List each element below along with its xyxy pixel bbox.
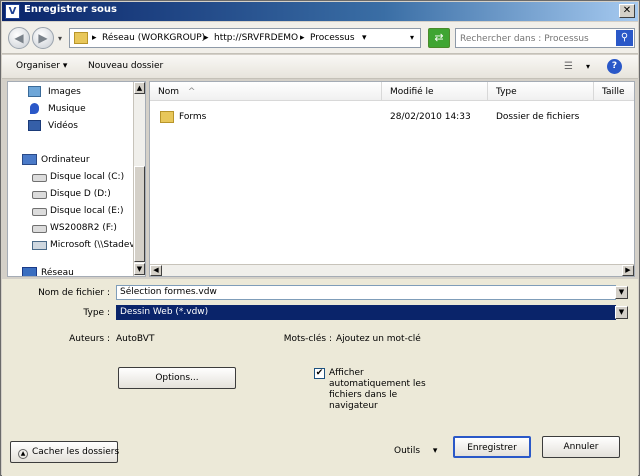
tools-button[interactable]: Outils ▾ [394,446,437,456]
navigation-pane: Images Musique Vidéos Ordinateur Disque … [7,81,146,277]
organize-dropdown-icon: ▾ [62,61,68,71]
drive-icon [32,174,47,182]
nav-item-label: Vidéos [48,121,78,131]
hide-folders-label: Cacher les dossiers [32,447,120,457]
scroll-up-button[interactable]: ▲ [134,82,145,94]
save-as-dialog: V Enregistrer sous ✕ ◀ ▶ ▾ ▸ Réseau (WOR… [0,0,640,476]
auto-display-checkbox[interactable]: ✔ [314,368,325,379]
breadcrumb-separator: ▸ [300,33,305,43]
save-options-panel: Nom de fichier : Sélection formes.vdw ▼ … [2,279,638,476]
column-header-modified[interactable]: Modifié le [382,82,488,101]
folder-icon [74,32,88,44]
nav-item-label: Disque local (E:) [50,206,124,216]
computer-icon [22,154,37,165]
nav-item-label: Images [48,87,81,97]
cancel-button[interactable]: Annuler [542,436,620,458]
views-dropdown-icon[interactable]: ▾ [586,62,590,71]
nav-item-label: Microsoft (\\Stadev [50,240,135,250]
title-bar: V Enregistrer sous ✕ [2,2,638,21]
column-header-name[interactable]: Nom ^ [150,82,382,101]
forward-button[interactable]: ▶ [32,27,54,49]
breadcrumb-server[interactable]: http://SRVFRDEMO [214,33,298,43]
options-button[interactable]: Options... [118,367,236,389]
network-icon [22,267,37,276]
type-select[interactable]: Dessin Web (*.vdw) [116,305,616,320]
file-list-pane: Nom ^ Modifié le Type Taille Forms 28/02… [149,81,635,277]
file-type: Dossier de fichiers [496,112,580,122]
nav-item-label: Réseau [41,268,74,277]
breadcrumb-processus[interactable]: Processus [310,33,355,43]
sort-ascending-icon: ^ [187,87,196,97]
file-name: Forms [179,112,207,122]
filename-input[interactable]: Sélection formes.vdw [116,285,616,300]
scroll-left-button[interactable]: ◀ [150,265,162,276]
scroll-right-button[interactable]: ▶ [622,265,634,276]
network-drive-icon [32,241,47,250]
folder-icon [160,111,174,123]
visio-app-icon: V [5,4,20,19]
breadcrumb-separator: ▸ [204,33,209,43]
tools-dropdown-icon: ▾ [432,446,438,456]
drive-icon [32,208,47,216]
history-dropdown-icon[interactable]: ▾ [58,34,62,43]
nav-item-label: Disque D (D:) [50,189,111,199]
filename-dropdown-button[interactable]: ▼ [615,286,628,299]
nav-item-label: Disque local (C:) [50,172,125,182]
address-dropdown-icon[interactable]: ▾ [410,33,414,42]
chevron-up-icon: ▲ [18,449,28,459]
tools-label: Outils [394,446,421,456]
help-icon[interactable]: ? [607,59,622,74]
authors-value[interactable]: AutoBVT [116,334,154,344]
drive-icon [32,225,47,233]
type-dropdown-button[interactable]: ▼ [615,306,628,319]
breadcrumb-separator: ▸ [92,33,97,43]
nav-item-label: WS2008R2 (F:) [50,223,117,233]
navigation-bar: ◀ ▶ ▾ ▸ Réseau (WORKGROUP) ▸ http://SRVF… [2,22,638,54]
search-icon[interactable]: ⚲ [616,30,633,46]
refresh-button[interactable]: ⇄ [428,28,450,48]
drive-icon [32,191,47,199]
nav-item-label: Ordinateur [41,155,90,165]
column-header-type[interactable]: Type [488,82,594,101]
hide-folders-button[interactable]: ▲ Cacher les dossiers [10,441,120,463]
file-modified: 28/02/2010 14:33 [390,112,471,122]
search-box[interactable]: ⚲ [455,28,635,48]
type-label: Type : [83,308,110,318]
keywords-value[interactable]: Ajoutez un mot-clé [336,334,421,344]
search-input[interactable] [460,31,610,46]
scroll-thumb[interactable] [134,166,145,262]
breadcrumb-network[interactable]: Réseau (WORKGROUP) [102,33,205,43]
organize-label: Organiser [16,61,60,71]
organize-button[interactable]: Organiser ▾ [16,61,67,71]
navpane-vertical-scrollbar[interactable]: ▲ ▼ [133,82,145,276]
auto-display-checkbox-label: Afficher automatiquement les fichiers da… [329,368,426,411]
authors-label: Auteurs : [69,334,110,344]
new-folder-button[interactable]: Nouveau dossier [88,61,163,71]
column-header-size[interactable]: Taille [594,82,634,101]
file-row[interactable]: Forms 28/02/2010 14:33 Dossier de fichie… [150,110,620,126]
filename-label: Nom de fichier : [38,288,110,298]
back-button[interactable]: ◀ [8,27,30,49]
images-icon [28,86,41,97]
column-header-label: Nom [158,87,180,97]
views-icon[interactable]: ☰ [564,61,573,72]
videos-icon [28,120,41,131]
command-toolbar: Organiser ▾ Nouveau dossier ☰ ▾ ? [2,55,638,79]
dialog-title: Enregistrer sous [24,4,118,15]
save-button[interactable]: Enregistrer [453,436,531,458]
music-icon [30,103,39,114]
breadcrumb-chevron-icon[interactable]: ▾ [362,33,367,43]
close-button[interactable]: ✕ [619,4,635,18]
scroll-down-button[interactable]: ▼ [134,263,145,275]
keywords-label: Mots-clés : [283,334,332,344]
file-list-horizontal-scrollbar[interactable]: ◀ ▶ [150,264,634,276]
address-bar[interactable]: ▸ Réseau (WORKGROUP) ▸ http://SRVFRDEMO … [69,28,421,48]
nav-item-label: Musique [48,104,86,114]
